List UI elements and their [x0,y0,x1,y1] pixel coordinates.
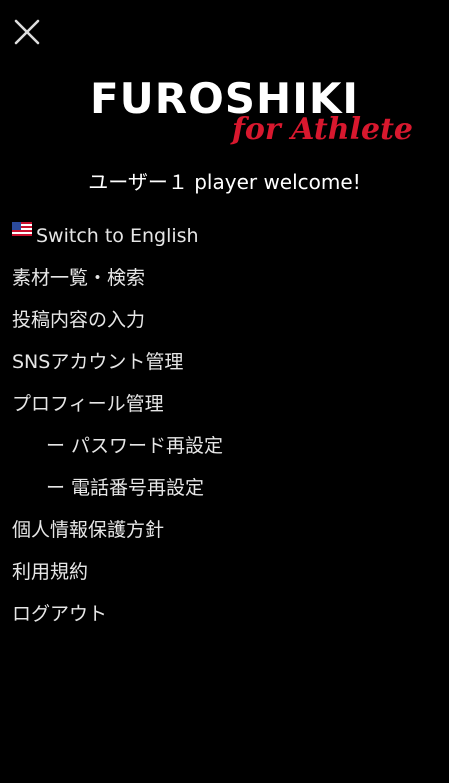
sub-dash: ー [46,477,66,499]
menu-subitem-label: 電話番号再設定 [71,477,205,499]
app-logo: FUROSHIKI for Athlete [0,74,449,158]
menu-item-privacy-policy[interactable]: 個人情報保護方針 [12,509,437,551]
menu-subitem-label: パスワード再設定 [71,435,224,457]
close-icon [14,19,40,45]
menu-item-materials[interactable]: 素材一覧・検索 [12,257,437,299]
us-flag-icon [12,222,32,236]
menu-item-profile[interactable]: プロフィール管理 [12,383,437,425]
close-button[interactable] [12,17,42,47]
switch-language-label: Switch to English [36,225,199,247]
logo-subtitle: for Athlete [232,112,414,147]
menu-item-post-input[interactable]: 投稿内容の入力 [12,299,437,341]
welcome-message: ユーザー１ player welcome! [88,170,361,194]
menu-subitem-phone-reset[interactable]: ー電話番号再設定 [12,467,437,509]
menu-item-terms-of-use[interactable]: 利用規約 [12,551,437,593]
menu-item-logout[interactable]: ログアウト [12,593,437,635]
side-menu: Switch to English 素材一覧・検索 投稿内容の入力 SNSアカウ… [12,215,437,635]
menu-subitem-password-reset[interactable]: ーパスワード再設定 [12,425,437,467]
menu-item-sns-accounts[interactable]: SNSアカウント管理 [12,341,437,383]
sub-dash: ー [46,435,66,457]
switch-language-link[interactable]: Switch to English [12,215,437,257]
